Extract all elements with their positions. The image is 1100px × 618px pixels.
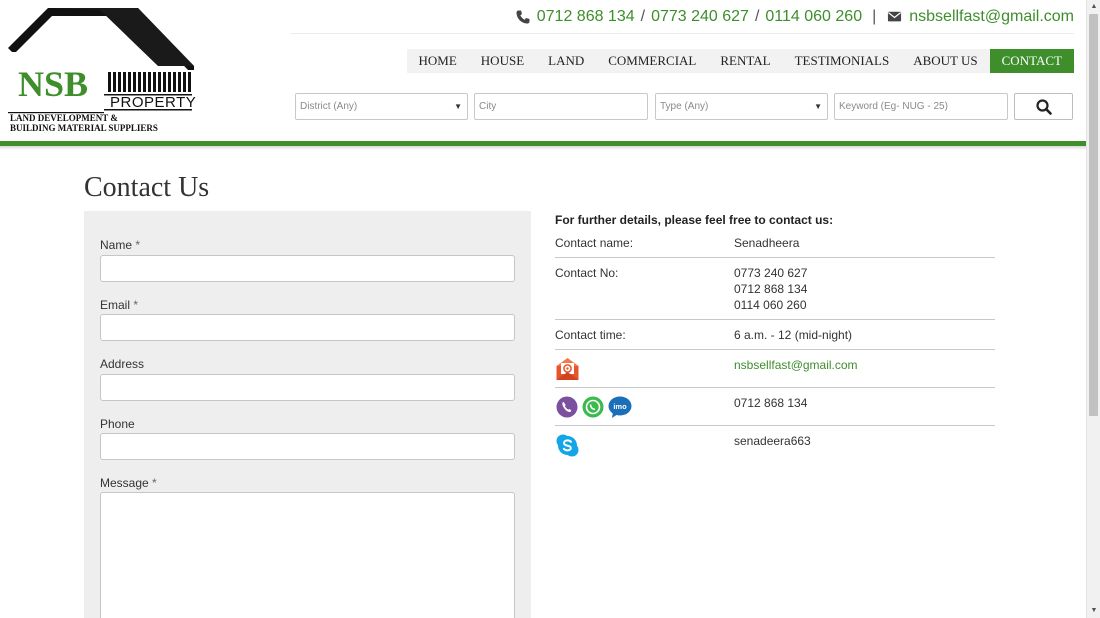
messaging-number[interactable]: 0712 868 134 xyxy=(734,395,807,411)
messaging-apps-icons: imo xyxy=(556,396,632,418)
nav-house[interactable]: HOUSE xyxy=(469,49,536,73)
phone-label: Phone xyxy=(100,417,135,431)
skype-row: senadeera663 xyxy=(555,426,995,466)
keyword-input-placeholder: Keyword (Eg- NUG - 25) xyxy=(839,101,948,112)
search-icon xyxy=(1036,99,1052,115)
whatsapp-icon xyxy=(582,396,604,418)
contact-number-list: 0773 240 627 0712 868 134 0114 060 260 xyxy=(734,265,807,313)
nav-testimonials[interactable]: TESTIMONIALS xyxy=(783,49,902,73)
main-nav: HOME HOUSE LAND COMMERCIAL RENTAL TESTIM… xyxy=(406,49,1074,73)
message-textarea[interactable] xyxy=(100,492,515,618)
address-label: Address xyxy=(100,357,145,371)
message-label-text: Message xyxy=(100,476,149,490)
nav-rental[interactable]: RENTAL xyxy=(708,49,782,73)
envelope-icon xyxy=(888,11,902,22)
nav-commercial[interactable]: COMMERCIAL xyxy=(596,49,708,73)
nav-land[interactable]: LAND xyxy=(536,49,596,73)
scroll-up-arrow-icon[interactable]: ▲ xyxy=(1087,0,1100,14)
contact-name-value: Senadheera xyxy=(734,236,800,250)
logo-sub-text: PROPERTY xyxy=(110,94,197,111)
viber-icon xyxy=(556,396,578,418)
header-phone-2[interactable]: 0773 240 627 xyxy=(651,8,749,26)
header-email-link[interactable]: nsbsellfast@gmail.com xyxy=(909,8,1074,26)
contact-email-link[interactable]: nsbsellfast@gmail.com xyxy=(734,357,858,373)
page-scrollbar[interactable]: ▲ ▼ xyxy=(1086,0,1100,618)
required-mark: * xyxy=(152,476,157,490)
dropdown-caret-icon: ▼ xyxy=(814,102,822,111)
nav-home[interactable]: HOME xyxy=(407,49,469,73)
district-select[interactable]: District (Any) ▼ xyxy=(295,93,468,120)
header-phone-1[interactable]: 0712 868 134 xyxy=(537,8,635,26)
email-at-icon xyxy=(556,358,579,380)
contact-name-row: Contact name: Senadheera xyxy=(555,235,995,258)
message-label: Message * xyxy=(100,476,157,490)
contact-number-1[interactable]: 0773 240 627 xyxy=(734,265,807,281)
contact-form: Name * Email * Address Phone Message * xyxy=(84,211,531,618)
skype-id[interactable]: senadeera663 xyxy=(734,433,811,449)
email-label: Email * xyxy=(100,298,138,312)
phone-input[interactable] xyxy=(100,433,515,460)
messaging-row: imo 0712 868 134 xyxy=(555,388,995,426)
site-logo[interactable]: NSB PROPERTY LAND DEVELOPMENT & BUILDING… xyxy=(8,8,198,136)
email-label-text: Email xyxy=(100,298,131,312)
skype-icon xyxy=(556,434,579,457)
address-input[interactable] xyxy=(100,374,515,401)
name-input[interactable] xyxy=(100,255,515,282)
phone-separator: / xyxy=(640,8,646,25)
details-heading: For further details, please feel free to… xyxy=(555,213,834,227)
logo-brand-text: NSB xyxy=(18,64,89,104)
contact-time-key: Contact time: xyxy=(555,328,626,342)
page-title: Contact Us xyxy=(84,172,210,203)
name-label-text: Name xyxy=(100,238,133,252)
site-header: NSB PROPERTY LAND DEVELOPMENT & BUILDING… xyxy=(0,0,1086,150)
nav-about-us[interactable]: ABOUT US xyxy=(901,49,989,73)
logo-tagline: LAND DEVELOPMENT & BUILDING MATERIAL SUP… xyxy=(10,113,158,133)
contact-name-key: Contact name: xyxy=(555,236,634,250)
header-phone-3[interactable]: 0114 060 260 xyxy=(765,8,862,26)
scroll-down-arrow-icon[interactable]: ▼ xyxy=(1087,604,1100,618)
required-mark: * xyxy=(133,298,139,312)
type-select[interactable]: Type (Any) ▼ xyxy=(655,93,828,120)
contact-number-row: Contact No: 0773 240 627 0712 868 134 01… xyxy=(555,258,995,320)
scrollbar-thumb[interactable] xyxy=(1089,14,1098,416)
contact-number-2[interactable]: 0712 868 134 xyxy=(734,281,807,297)
required-mark: * xyxy=(135,238,141,252)
contact-number-3[interactable]: 0114 060 260 xyxy=(734,297,807,313)
header-contact-line: 0712 868 134 / 0773 240 627 / 0114 060 2… xyxy=(515,6,1074,28)
contact-number-key: Contact No: xyxy=(555,266,619,280)
dropdown-caret-icon: ▼ xyxy=(454,102,462,111)
city-input-placeholder: City xyxy=(479,101,497,112)
type-select-value: Type (Any) xyxy=(660,101,709,112)
header-shadow xyxy=(0,146,1086,150)
city-input[interactable]: City xyxy=(474,93,648,120)
nav-contact[interactable]: CONTACT xyxy=(989,49,1074,73)
logo-tagline-line2: BUILDING MATERIAL SUPPLIERS xyxy=(10,122,158,133)
contact-time-value: 6 a.m. - 12 (mid-night) xyxy=(734,328,853,342)
header-divider xyxy=(290,33,1074,34)
phone-icon xyxy=(516,10,530,24)
page: NSB PROPERTY LAND DEVELOPMENT & BUILDING… xyxy=(0,0,1100,618)
keyword-input[interactable]: Keyword (Eg- NUG - 25) xyxy=(834,93,1008,120)
search-button[interactable] xyxy=(1014,93,1073,120)
contact-time-row: Contact time: 6 a.m. - 12 (mid-night) xyxy=(555,320,995,350)
email-input[interactable] xyxy=(100,314,515,341)
contact-email-row: nsbsellfast@gmail.com xyxy=(555,350,995,388)
contact-divider: | xyxy=(872,8,877,25)
district-select-value: District (Any) xyxy=(300,101,358,112)
phone-separator: / xyxy=(754,8,760,25)
name-label: Name * xyxy=(100,238,140,252)
imo-icon-text: imo xyxy=(613,402,627,411)
